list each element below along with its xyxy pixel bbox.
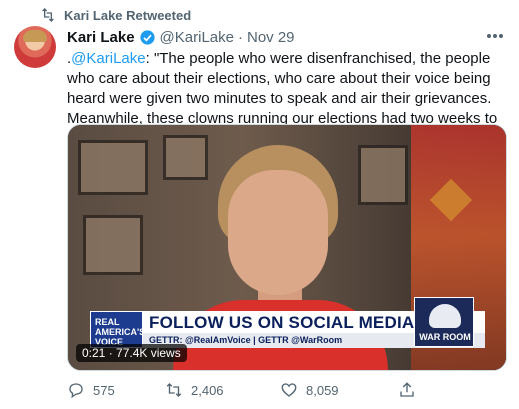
video-stats: 0:21 · 77.4K views (76, 344, 187, 362)
retweet-context-label: Kari Lake Retweeted (64, 7, 192, 23)
author-name[interactable]: Kari Lake (67, 29, 135, 46)
more-icon[interactable] (485, 30, 505, 42)
wall-frame (358, 145, 408, 205)
eagle-icon (429, 304, 461, 328)
warroom-logo: WAR ROOM (414, 297, 474, 347)
share-button[interactable] (398, 381, 438, 399)
person-face (228, 170, 328, 295)
tweet-date[interactable]: Nov 29 (247, 29, 295, 46)
verified-badge-icon (139, 29, 155, 45)
reply-button[interactable]: 575 (67, 381, 165, 399)
separator-dot: · (237, 28, 243, 46)
like-count: 8,059 (306, 382, 339, 398)
author-avatar[interactable] (14, 26, 56, 68)
tweet-header: Kari Lake @KariLake · Nov 29 (67, 27, 295, 47)
retweet-context[interactable]: Kari Lake Retweeted (40, 6, 191, 24)
video-player[interactable]: REAL AMERICA'S VOICE FOLLOW US ON SOCIAL… (67, 124, 507, 371)
share-icon (400, 382, 414, 397)
retweet-icon (166, 383, 182, 397)
reply-count: 575 (93, 382, 115, 398)
action-bar: 575 2,406 8,059 (67, 381, 507, 399)
warroom-logo-text: WAR ROOM (419, 332, 471, 342)
retweet-count: 2,406 (191, 382, 224, 398)
real-americas-voice-logo: REAL AMERICA'S VOICE (90, 311, 145, 348)
mention-link[interactable]: @KariLake (71, 50, 145, 67)
heart-icon (281, 383, 297, 397)
reply-icon (69, 383, 83, 399)
author-handle[interactable]: @KariLake (160, 29, 234, 46)
retweet-icon (42, 8, 54, 22)
like-button[interactable]: 8,059 (280, 381, 398, 399)
wall-frame (78, 140, 148, 195)
wall-frame (83, 215, 143, 275)
retweet-button[interactable]: 2,406 (165, 381, 280, 399)
wall-frame (163, 135, 208, 180)
